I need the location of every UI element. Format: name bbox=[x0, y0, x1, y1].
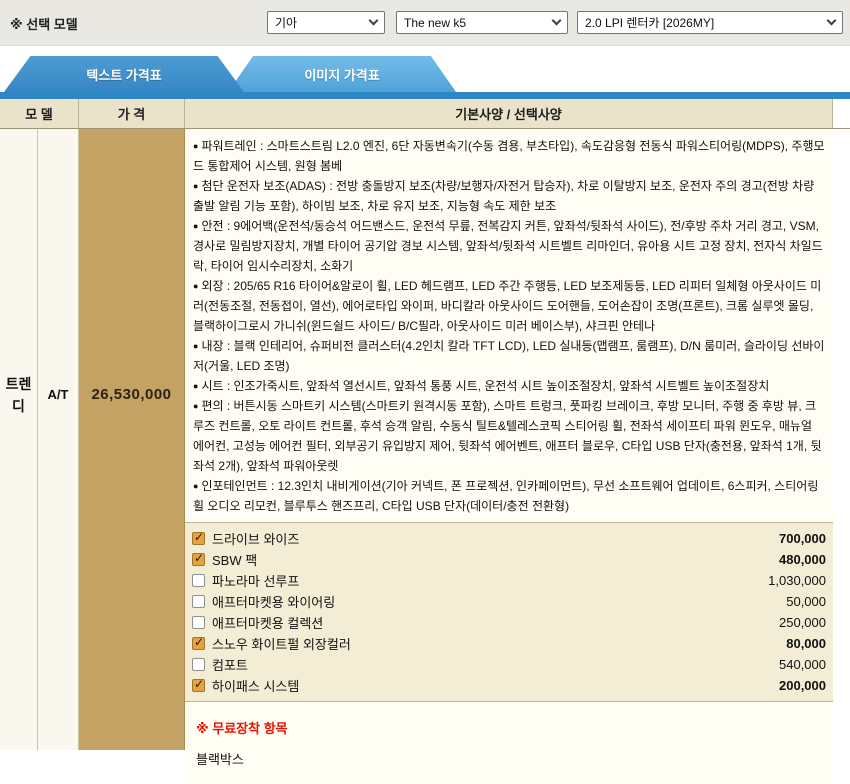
table-body-row: 트렌디 A/T 26,530,000 ●파워트레인 : 스마트스트림 L2.0 … bbox=[0, 129, 850, 750]
free-items-title: ※ 무료장착 항목 bbox=[196, 718, 822, 737]
option-row[interactable]: 컴포트 540,000 bbox=[190, 654, 826, 675]
bullet-icon: ● bbox=[193, 481, 198, 491]
checkbox-unchecked-icon[interactable] bbox=[192, 658, 205, 671]
free-item: 블랙박스 bbox=[196, 749, 822, 768]
checkbox-checked-icon[interactable] bbox=[192, 679, 205, 692]
checkbox-unchecked-icon[interactable] bbox=[192, 574, 205, 587]
tab-image-pricelist[interactable]: 이미지 가격표 bbox=[228, 56, 456, 92]
option-label: SBW 팩 bbox=[212, 550, 257, 569]
option-label: 컴포트 bbox=[212, 655, 248, 674]
spec-item: ●첨단 운전자 보조(ADAS) : 전방 충돌방지 보조(차량/보행자/자전거… bbox=[193, 176, 825, 216]
spec-item: ●내장 : 블랙 인테리어, 슈퍼비전 클러스터(4.2인치 칼라 TFT LC… bbox=[193, 336, 825, 376]
checkbox-checked-icon[interactable] bbox=[192, 532, 205, 545]
table-header-row: 모 델 가 격 기본사양 / 선택사양 bbox=[0, 99, 850, 129]
checkbox-checked-icon[interactable] bbox=[192, 637, 205, 650]
spec-list: ●파워트레인 : 스마트스트림 L2.0 엔진, 6단 자동변속기(수동 겸용,… bbox=[185, 129, 833, 522]
transmission-cell: A/T bbox=[38, 129, 79, 750]
model-selector-label: ※ 선택 모델 bbox=[10, 14, 78, 33]
spec-item: ●편의 : 버튼시동 스마트키 시스템(스마트키 원격시동 포함), 스마트 트… bbox=[193, 396, 825, 476]
chevron-down-icon bbox=[369, 16, 379, 26]
spec-item-text: 시트 : 인조가죽시트, 앞좌석 열선시트, 앞좌석 통풍 시트, 운전석 시트… bbox=[201, 379, 769, 393]
spec-item-text: 편의 : 버튼시동 스마트키 시스템(스마트키 원격시동 포함), 스마트 트렁… bbox=[193, 399, 822, 473]
option-price: 480,000 bbox=[779, 552, 826, 567]
checkbox-unchecked-icon[interactable] bbox=[192, 616, 205, 629]
option-label: 스노우 화이트펄 외장컬러 bbox=[212, 634, 351, 653]
checkbox-checked-icon[interactable] bbox=[192, 553, 205, 566]
header-filler bbox=[833, 99, 850, 128]
bullet-icon: ● bbox=[193, 341, 198, 351]
option-row[interactable]: 하이패스 시스템 200,000 bbox=[190, 675, 826, 696]
spec-item-text: 내장 : 블랙 인테리어, 슈퍼비전 클러스터(4.2인치 칼라 TFT LCD… bbox=[193, 339, 824, 373]
header-model: 모 델 bbox=[0, 99, 79, 128]
bullet-icon: ● bbox=[193, 221, 198, 231]
spec-item-text: 첨단 운전자 보조(ADAS) : 전방 충돌방지 보조(차량/보행자/자전거 … bbox=[193, 179, 814, 213]
model-select[interactable]: The new k5 bbox=[396, 11, 568, 34]
bullet-icon: ● bbox=[193, 181, 198, 191]
spec-item: ●파워트레인 : 스마트스트림 L2.0 엔진, 6단 자동변속기(수동 겸용,… bbox=[193, 136, 825, 176]
option-price: 250,000 bbox=[779, 615, 826, 630]
spec-content-cell: ●파워트레인 : 스마트스트림 L2.0 엔진, 6단 자동변속기(수동 겸용,… bbox=[185, 129, 833, 750]
model-selector-bar: ※ 선택 모델 기아 The new k5 2.0 LPI 렌터카 [2026M… bbox=[0, 0, 850, 46]
bullet-icon: ● bbox=[193, 141, 198, 151]
bullet-icon: ● bbox=[193, 381, 198, 391]
price-cell: 26,530,000 bbox=[79, 129, 185, 750]
spec-item: ●안전 : 9에어백(운전석/동승석 어드밴스드, 운전석 무릎, 전복감지 커… bbox=[193, 216, 825, 276]
spec-item: ●인포테인먼트 : 12.3인치 내비게이션(기아 커넥트, 폰 프로젝션, 인… bbox=[193, 476, 825, 516]
option-label: 애프터마켓용 컬렉션 bbox=[212, 613, 323, 632]
option-list: 드라이브 와이즈 700,000 SBW 팩 480,000 파노라마 선루프 1,030… bbox=[185, 522, 833, 702]
option-label: 하이패스 시스템 bbox=[212, 676, 299, 695]
model-select-value: The new k5 bbox=[404, 16, 466, 30]
spec-item: ●시트 : 인조가죽시트, 앞좌석 열선시트, 앞좌석 통풍 시트, 운전석 시… bbox=[193, 376, 825, 396]
header-spec: 기본사양 / 선택사양 bbox=[185, 99, 833, 128]
bullet-icon: ● bbox=[193, 281, 198, 291]
option-price: 540,000 bbox=[779, 657, 826, 672]
tab-text-pricelist[interactable]: 텍스트 가격표 bbox=[4, 56, 244, 92]
tab-row: 텍스트 가격표 이미지 가격표 bbox=[0, 46, 850, 92]
option-label: 애프터마켓용 와이어링 bbox=[212, 592, 335, 611]
option-row[interactable]: 스노우 화이트펄 외장컬러 80,000 bbox=[190, 633, 826, 654]
free-items-list: 블랙박스 bbox=[196, 749, 822, 768]
option-row[interactable]: 애프터마켓용 와이어링 50,000 bbox=[190, 591, 826, 612]
option-row[interactable]: 드라이브 와이즈 700,000 bbox=[190, 528, 826, 549]
right-filler bbox=[833, 129, 850, 750]
option-label: 드라이브 와이즈 bbox=[212, 529, 299, 548]
price-table: 모 델 가 격 기본사양 / 선택사양 트렌디 A/T 26,530,000 ●… bbox=[0, 99, 850, 750]
option-row[interactable]: 애프터마켓용 컬렉션 250,000 bbox=[190, 612, 826, 633]
option-price: 50,000 bbox=[786, 594, 826, 609]
spec-item-text: 파워트레인 : 스마트스트림 L2.0 엔진, 6단 자동변속기(수동 겸용, … bbox=[193, 139, 825, 173]
spec-item-text: 외장 : 205/65 R16 타이어&알로이 휠, LED 헤드램프, LED… bbox=[193, 279, 821, 333]
spec-item-text: 인포테인먼트 : 12.3인치 내비게이션(기아 커넥트, 폰 프로젝션, 인카… bbox=[193, 479, 818, 513]
chevron-down-icon bbox=[552, 16, 562, 26]
spec-item-text: 안전 : 9에어백(운전석/동승석 어드밴스드, 운전석 무릎, 전복감지 커튼… bbox=[193, 219, 823, 273]
option-price: 200,000 bbox=[779, 678, 826, 693]
option-row[interactable]: 파노라마 선루프 1,030,000 bbox=[190, 570, 826, 591]
free-items-section: ※ 무료장착 항목 블랙박스 bbox=[185, 702, 833, 784]
trim-select[interactable]: 2.0 LPI 렌터카 [2026MY] bbox=[577, 11, 843, 34]
option-row[interactable]: SBW 팩 480,000 bbox=[190, 549, 826, 570]
brand-select[interactable]: 기아 bbox=[267, 11, 385, 34]
header-price: 가 격 bbox=[79, 99, 185, 128]
option-label: 파노라마 선루프 bbox=[212, 571, 299, 590]
trim-name-cell: 트렌디 bbox=[0, 129, 38, 750]
brand-select-value: 기아 bbox=[275, 14, 297, 31]
checkbox-unchecked-icon[interactable] bbox=[192, 595, 205, 608]
spec-item: ●외장 : 205/65 R16 타이어&알로이 휠, LED 헤드램프, LE… bbox=[193, 276, 825, 336]
option-price: 1,030,000 bbox=[768, 573, 826, 588]
tab-accent-bar bbox=[0, 92, 850, 99]
chevron-down-icon bbox=[827, 16, 837, 26]
bullet-icon: ● bbox=[193, 401, 198, 411]
option-price: 700,000 bbox=[779, 531, 826, 546]
trim-select-value: 2.0 LPI 렌터카 [2026MY] bbox=[585, 14, 714, 31]
option-price: 80,000 bbox=[786, 636, 826, 651]
